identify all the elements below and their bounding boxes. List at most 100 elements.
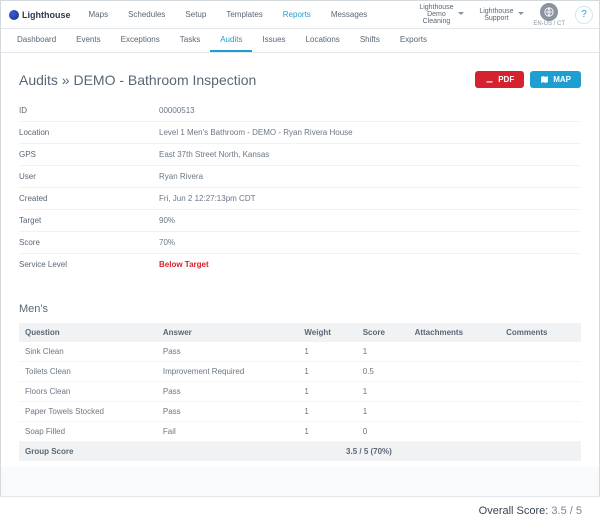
details-value: 00000513: [159, 106, 195, 115]
topnav-item-maps[interactable]: Maps: [79, 1, 119, 28]
table-row: Toilets CleanImprovement Required10.5: [19, 362, 581, 382]
subnav-item-issues[interactable]: Issues: [252, 29, 295, 52]
subnav-item-dashboard[interactable]: Dashboard: [7, 29, 66, 52]
table-cell: [409, 402, 501, 422]
table-header-cell: Answer: [157, 323, 298, 342]
globe-icon: [540, 3, 558, 21]
sub-nav: DashboardEventsExceptionsTasksAuditsIssu…: [1, 29, 599, 53]
details-label: User: [19, 172, 159, 181]
table-cell: [500, 382, 581, 402]
page-title: Audits » DEMO - Bathroom Inspection: [19, 72, 256, 88]
details-value: Fri, Jun 2 12:27:13pm CDT: [159, 194, 255, 203]
table-cell: [500, 342, 581, 362]
locale-switcher[interactable]: EN-US / CT: [529, 3, 569, 27]
table-cell: [409, 362, 501, 382]
brand: Lighthouse: [1, 1, 79, 28]
subnav-item-exceptions[interactable]: Exceptions: [111, 29, 170, 52]
table-cell: Floors Clean: [19, 382, 157, 402]
table-cell: [409, 382, 501, 402]
download-icon: [485, 75, 494, 84]
topnav-item-setup[interactable]: Setup: [175, 1, 216, 28]
footer: Overall Score: 3.5 / 5: [0, 496, 600, 525]
details-row: GPSEast 37th Street North, Kansas: [19, 144, 581, 166]
page-body: Audits » DEMO - Bathroom Inspection PDF …: [1, 53, 599, 467]
table-cell: [409, 422, 501, 442]
table-header-row: QuestionAnswerWeightScoreAttachmentsComm…: [19, 323, 581, 342]
table-cell: Improvement Required: [157, 362, 298, 382]
overall-score-label: Overall Score:: [479, 505, 549, 517]
details-label: Score: [19, 238, 159, 247]
table-cell: [500, 362, 581, 382]
top-nav: Lighthouse MapsSchedulesSetupTemplatesRe…: [1, 1, 599, 29]
details-row: ID00000513: [19, 100, 581, 122]
table-cell: 1: [298, 382, 356, 402]
topnav-item-messages[interactable]: Messages: [321, 1, 377, 28]
map-icon: [540, 75, 549, 84]
section-heading: Men's: [19, 303, 581, 315]
topnav-item-reports[interactable]: Reports: [273, 1, 321, 28]
subnav-item-shifts[interactable]: Shifts: [350, 29, 390, 52]
details-label: GPS: [19, 150, 159, 159]
details-label: ID: [19, 106, 159, 115]
table-header-cell: Weight: [298, 323, 356, 342]
overall-score-value: 3.5 / 5: [551, 505, 582, 517]
details-row: UserRyan Rivera: [19, 166, 581, 188]
topnav-dropdown[interactable]: Lighthouse Demo Cleaning: [409, 4, 469, 25]
topnav-dropdown[interactable]: Lighthouse Support: [469, 8, 529, 22]
table-cell: 1: [298, 402, 356, 422]
table-cell: Pass: [157, 402, 298, 422]
table-cell: Toilets Clean: [19, 362, 157, 382]
lighthouse-logo-icon: [9, 10, 19, 20]
table-cell: 0: [357, 422, 409, 442]
details-value: Ryan Rivera: [159, 172, 203, 181]
table-cell: Pass: [157, 342, 298, 362]
details-row: LocationLevel 1 Men's Bathroom - DEMO - …: [19, 122, 581, 144]
details-row: Target90%: [19, 210, 581, 232]
title-row: Audits » DEMO - Bathroom Inspection PDF …: [19, 71, 581, 88]
details-row: CreatedFri, Jun 2 12:27:13pm CDT: [19, 188, 581, 210]
details-row: Score70%: [19, 232, 581, 254]
subnav-item-tasks[interactable]: Tasks: [170, 29, 210, 52]
pdf-button[interactable]: PDF: [475, 71, 524, 88]
details-value: 70%: [159, 238, 175, 247]
results-table: QuestionAnswerWeightScoreAttachmentsComm…: [19, 323, 581, 461]
table-cell: 0.5: [357, 362, 409, 382]
table-cell: Pass: [157, 382, 298, 402]
help-button[interactable]: ?: [575, 6, 593, 24]
group-score-value: 3.5 / 5 (70%): [157, 442, 581, 462]
details-list: ID00000513LocationLevel 1 Men's Bathroom…: [19, 100, 581, 275]
map-button-label: MAP: [553, 75, 571, 84]
table-cell: [500, 402, 581, 422]
details-value: 90%: [159, 216, 175, 225]
subnav-item-audits[interactable]: Audits: [210, 29, 252, 52]
group-score-label: Group Score: [19, 442, 157, 462]
details-label: Location: [19, 128, 159, 137]
table-cell: 1: [298, 362, 356, 382]
table-header-cell: Question: [19, 323, 157, 342]
table-cell: Paper Towels Stocked: [19, 402, 157, 422]
locale-label: EN-US / CT: [533, 21, 565, 27]
table-row: Floors CleanPass11: [19, 382, 581, 402]
table-row: Paper Towels StockedPass11: [19, 402, 581, 422]
subnav-item-events[interactable]: Events: [66, 29, 110, 52]
table-row: Sink CleanPass11: [19, 342, 581, 362]
details-label: Target: [19, 216, 159, 225]
table-header-cell: Score: [357, 323, 409, 342]
action-buttons: PDF MAP: [475, 71, 581, 88]
details-label: Service Level: [19, 260, 159, 269]
top-nav-right: Lighthouse Demo CleaningLighthouse Suppo…: [409, 1, 599, 28]
details-value: Below Target: [159, 260, 209, 269]
subnav-item-locations[interactable]: Locations: [296, 29, 350, 52]
details-label: Created: [19, 194, 159, 203]
table-cell: Fail: [157, 422, 298, 442]
brand-label: Lighthouse: [22, 10, 71, 20]
table-cell: 1: [298, 342, 356, 362]
table-cell: [500, 422, 581, 442]
topnav-item-schedules[interactable]: Schedules: [118, 1, 175, 28]
subnav-item-exports[interactable]: Exports: [390, 29, 437, 52]
table-cell: 1: [357, 402, 409, 422]
topnav-item-templates[interactable]: Templates: [216, 1, 272, 28]
details-value: Level 1 Men's Bathroom - DEMO - Ryan Riv…: [159, 128, 353, 137]
map-button[interactable]: MAP: [530, 71, 581, 88]
details-value: East 37th Street North, Kansas: [159, 150, 269, 159]
